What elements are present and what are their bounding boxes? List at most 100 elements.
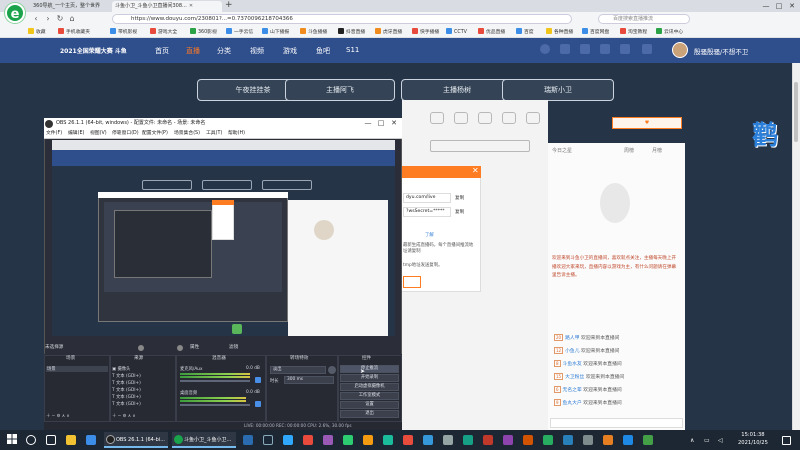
stop-streaming-button[interactable]: 停止推流 [340, 365, 399, 373]
close-icon[interactable]: ✕ [472, 166, 479, 175]
source-controls[interactable]: ＋ − ⚙ ∧ ∨ [112, 413, 136, 419]
properties-button[interactable]: 属性 [182, 344, 199, 350]
scroll-thumb[interactable] [794, 82, 798, 142]
bookmark[interactable]: 云讯中心 [656, 28, 683, 37]
bookmark[interactable]: 一手云信 [226, 28, 253, 37]
copy-key-button[interactable]: 复制 [455, 209, 464, 215]
bookmark[interactable]: 360影视 [190, 28, 217, 37]
pinned-app-icon[interactable] [363, 435, 373, 445]
bookmark[interactable]: 游戏大全 [150, 28, 177, 37]
source-item[interactable]: T 文本 (GDI+) [112, 401, 141, 407]
avatar[interactable] [672, 42, 688, 58]
settings-button[interactable]: 设置 [340, 401, 399, 409]
pinned-app-icon[interactable] [343, 435, 353, 445]
bookmark[interactable]: 抖音直播 [338, 28, 365, 37]
virtual-camera-button[interactable]: 启动虚拟摄像机 [340, 383, 399, 391]
fans-icon[interactable] [478, 112, 492, 124]
pinned-app-icon[interactable] [303, 435, 313, 445]
message-icon[interactable] [600, 44, 610, 54]
filters-button[interactable]: 滤镜 [221, 344, 238, 350]
tab-close-icon[interactable]: ✕ [189, 3, 193, 9]
creator-icon[interactable] [642, 44, 652, 54]
windows-start-icon[interactable] [7, 434, 17, 444]
source-item[interactable]: T 文本 (GDI+) [112, 373, 141, 379]
rank-tab[interactable]: 周榜 [624, 147, 634, 154]
obs-maximize-button[interactable]: □ [375, 118, 387, 129]
user-name[interactable]: 殷骚殷骚/不想不卫 [694, 46, 748, 56]
history-icon[interactable] [540, 44, 550, 54]
pinned-app-icon[interactable] [243, 435, 253, 445]
pinned-app-icon[interactable] [443, 435, 453, 445]
nav-s11[interactable]: S11 [346, 46, 359, 54]
pinned-app-icon[interactable] [323, 435, 333, 445]
speaker-icon[interactable] [255, 401, 261, 407]
stream-url-field[interactable]: dyu.com/live [403, 193, 451, 203]
file-explorer-icon[interactable] [66, 435, 76, 445]
menu-docks[interactable]: 停靠窗口(D) [112, 130, 139, 138]
gift-icon[interactable] [430, 112, 444, 124]
back-icon[interactable]: ‹ [30, 13, 42, 25]
bookmark[interactable]: 淘宝教程 [620, 28, 647, 37]
pinned-app-icon[interactable] [603, 435, 613, 445]
notification-icon[interactable] [782, 436, 791, 445]
volume-slider[interactable] [180, 404, 250, 406]
refresh-icon[interactable]: ↻ [54, 13, 66, 25]
pinned-app-icon[interactable] [483, 435, 493, 445]
pinned-app-icon[interactable] [643, 435, 653, 445]
pinned-app-icon[interactable] [403, 435, 413, 445]
pinned-app-icon[interactable] [563, 435, 573, 445]
bookmark[interactable]: 优品直播 [478, 28, 505, 37]
network-icon[interactable]: ▭ [704, 437, 710, 444]
nav-home[interactable]: 首页 [155, 46, 169, 56]
bookmark[interactable]: 带机影视 [110, 28, 137, 37]
pinned-app-icon[interactable] [283, 435, 293, 445]
minimize-button[interactable]: — [760, 0, 772, 12]
source-item[interactable]: ▣ 摄像头 [112, 366, 130, 372]
share-icon[interactable] [454, 112, 468, 124]
rank-tab[interactable]: 今日之星 [552, 147, 572, 154]
tray-chevron-icon[interactable]: ∧ [690, 437, 694, 444]
bookmark[interactable]: 百度 [516, 28, 534, 37]
bookmark[interactable]: 百度网盘 [582, 28, 609, 37]
rank-tab[interactable]: 月榜 [652, 147, 662, 154]
nav-yuba[interactable]: 鱼吧 [316, 46, 330, 56]
category-button[interactable]: 瑞斯小卫 [502, 79, 614, 101]
bookmark[interactable]: 虎牙直播 [375, 28, 402, 37]
menu-edit[interactable]: 编辑(E) [68, 130, 84, 138]
search-icon[interactable] [26, 435, 36, 445]
category-button[interactable]: 主播阿飞 [285, 79, 395, 101]
transition-select[interactable]: 淡出 [270, 366, 326, 374]
category-button[interactable]: 主播杨树 [401, 79, 513, 101]
nav-video[interactable]: 视频 [250, 46, 264, 56]
nav-game[interactable]: 游戏 [283, 46, 297, 56]
popup-button[interactable] [403, 276, 421, 288]
user-icon[interactable] [502, 112, 516, 124]
speed-icon[interactable] [526, 112, 540, 124]
new-tab-button[interactable]: + [225, 0, 233, 10]
volume-icon[interactable]: ◁ [718, 437, 723, 444]
forward-icon[interactable]: › [42, 13, 54, 25]
close-window-button[interactable]: ✕ [786, 0, 798, 12]
maximize-button[interactable]: □ [773, 0, 785, 12]
pinned-app-icon[interactable] [623, 435, 633, 445]
menu-file[interactable]: 文件(F) [46, 130, 62, 138]
volume-slider[interactable] [180, 380, 250, 382]
scene-item[interactable]: 场景 [46, 366, 108, 372]
browser-icon[interactable] [86, 435, 96, 445]
menu-profile[interactable]: 配置文件(P) [142, 130, 168, 138]
pinned-app-icon[interactable] [503, 435, 513, 445]
menu-help[interactable]: 帮助(H) [228, 130, 245, 138]
browser-tab-active[interactable]: 斗鱼小卫_斗鱼小卫直播间308... ✕ [112, 1, 222, 12]
stream-key-field[interactable]: ?wsSecret=***** [403, 207, 451, 217]
steam-icon[interactable] [263, 435, 273, 445]
source-item[interactable]: T 文本 (GDI+) [112, 394, 141, 400]
start-recording-button[interactable]: 开始录制 [340, 374, 399, 382]
filter-icon[interactable] [177, 345, 183, 351]
follow-icon[interactable] [560, 44, 570, 54]
speaker-icon[interactable] [255, 377, 261, 383]
gear-icon[interactable] [138, 345, 144, 351]
menu-view[interactable]: 视图(V) [90, 130, 107, 138]
source-item[interactable]: T 文本 (GDI+) [112, 387, 141, 393]
search-input[interactable]: 百度搜索直播推流 [598, 14, 690, 24]
pinned-app-icon[interactable] [543, 435, 553, 445]
